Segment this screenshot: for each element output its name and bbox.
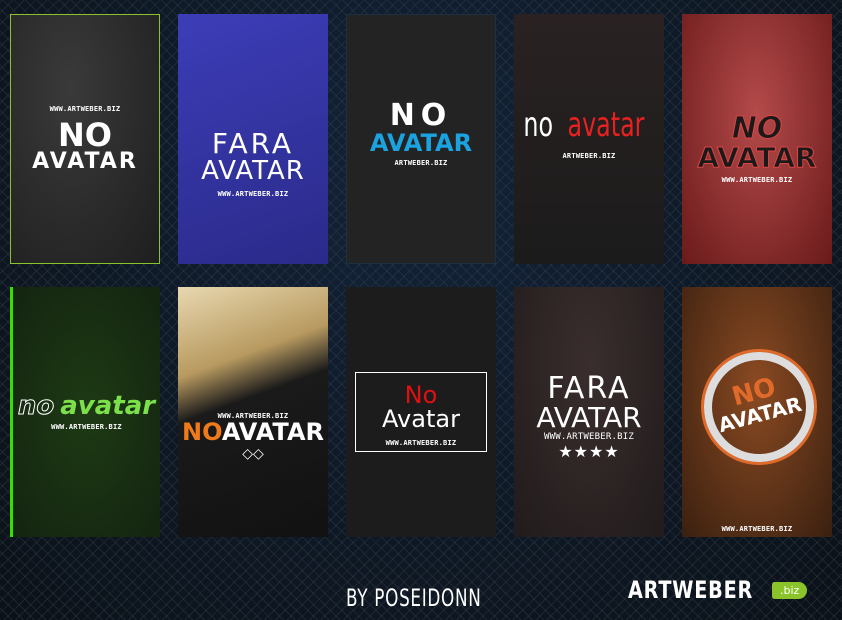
card-url: ARTWEBER.BIZ	[394, 159, 448, 167]
artweber-logo[interactable]: ARTWEBER .biz	[628, 576, 808, 604]
card-title-line2: avatar	[60, 391, 156, 421]
card-title-line2: AVATAR	[369, 129, 473, 157]
card-title-line1: no	[17, 391, 55, 421]
avatar-card-10[interactable]: NO AVATAR WWW.ARTWEBER.BIZ	[682, 287, 832, 537]
card-title-line1: FARA	[211, 127, 295, 160]
card-title-line2: Avatar	[382, 405, 460, 433]
card-url: WWW.ARTWEBER.BIZ	[721, 176, 793, 184]
card-title-line2: AVATAR	[201, 156, 305, 186]
card-url: WWW.ARTWEBER.BIZ	[49, 105, 121, 113]
star-rating-icon: ★★★★	[558, 441, 620, 461]
avatar-card-3[interactable]: NO AVATAR ARTWEBER.BIZ	[346, 14, 496, 264]
card-title-line1: no	[523, 105, 553, 145]
avatar-card-5[interactable]: NO AVATAR WWW.ARTWEBER.BIZ	[682, 14, 832, 264]
avatar-card-1[interactable]: WWW.ARTWEBER.BIZ NO AVATAR	[10, 14, 160, 264]
card-url: WWW.ARTWEBER.BIZ	[544, 431, 634, 442]
card-title-line2: avatar	[567, 105, 645, 145]
avatar-card-6[interactable]: no avatar WWW.ARTWEBER.BIZ	[10, 287, 160, 537]
card-title-line1: NO	[731, 111, 783, 146]
card-url: WWW.ARTWEBER.BIZ	[721, 525, 793, 533]
avatar-card-2[interactable]: FARA AVATAR WWW.ARTWEBER.BIZ	[178, 14, 328, 264]
logo-tag: .biz	[772, 581, 808, 599]
avatar-card-7[interactable]: WWW.ARTWEBER.BIZ NOAVATAR ◇◇	[178, 287, 328, 537]
card-title-line2: AVATAR	[697, 141, 817, 174]
card-title-line1: FARA	[547, 370, 631, 406]
card-url: WWW.ARTWEBER.BIZ	[385, 439, 457, 447]
card-title-line1: NO	[181, 418, 222, 446]
credit-text: BY POSEIDONN	[346, 584, 482, 612]
card-title-line1: NO	[389, 98, 453, 133]
avatar-card-8[interactable]: No Avatar WWW.ARTWEBER.BIZ	[346, 287, 496, 537]
card-title-line1: NO	[58, 116, 112, 154]
logo-text: ARTWEBER	[628, 576, 754, 604]
card-title-line2: AVATAR	[221, 418, 324, 446]
avatar-card-9[interactable]: FARA AVATAR WWW.ARTWEBER.BIZ ★★★★	[514, 287, 664, 537]
card-url: WWW.ARTWEBER.BIZ	[51, 423, 122, 431]
card-url: WWW.ARTWEBER.BIZ	[217, 190, 289, 198]
card-title-line2: AVATAR	[536, 400, 642, 434]
diamond-icon: ◇◇	[242, 446, 264, 462]
card-url: ARTWEBER.BIZ	[562, 152, 616, 160]
avatar-card-4[interactable]: no avatar ARTWEBER.BIZ	[514, 14, 664, 264]
card-title-line2: AVATAR	[32, 149, 138, 174]
